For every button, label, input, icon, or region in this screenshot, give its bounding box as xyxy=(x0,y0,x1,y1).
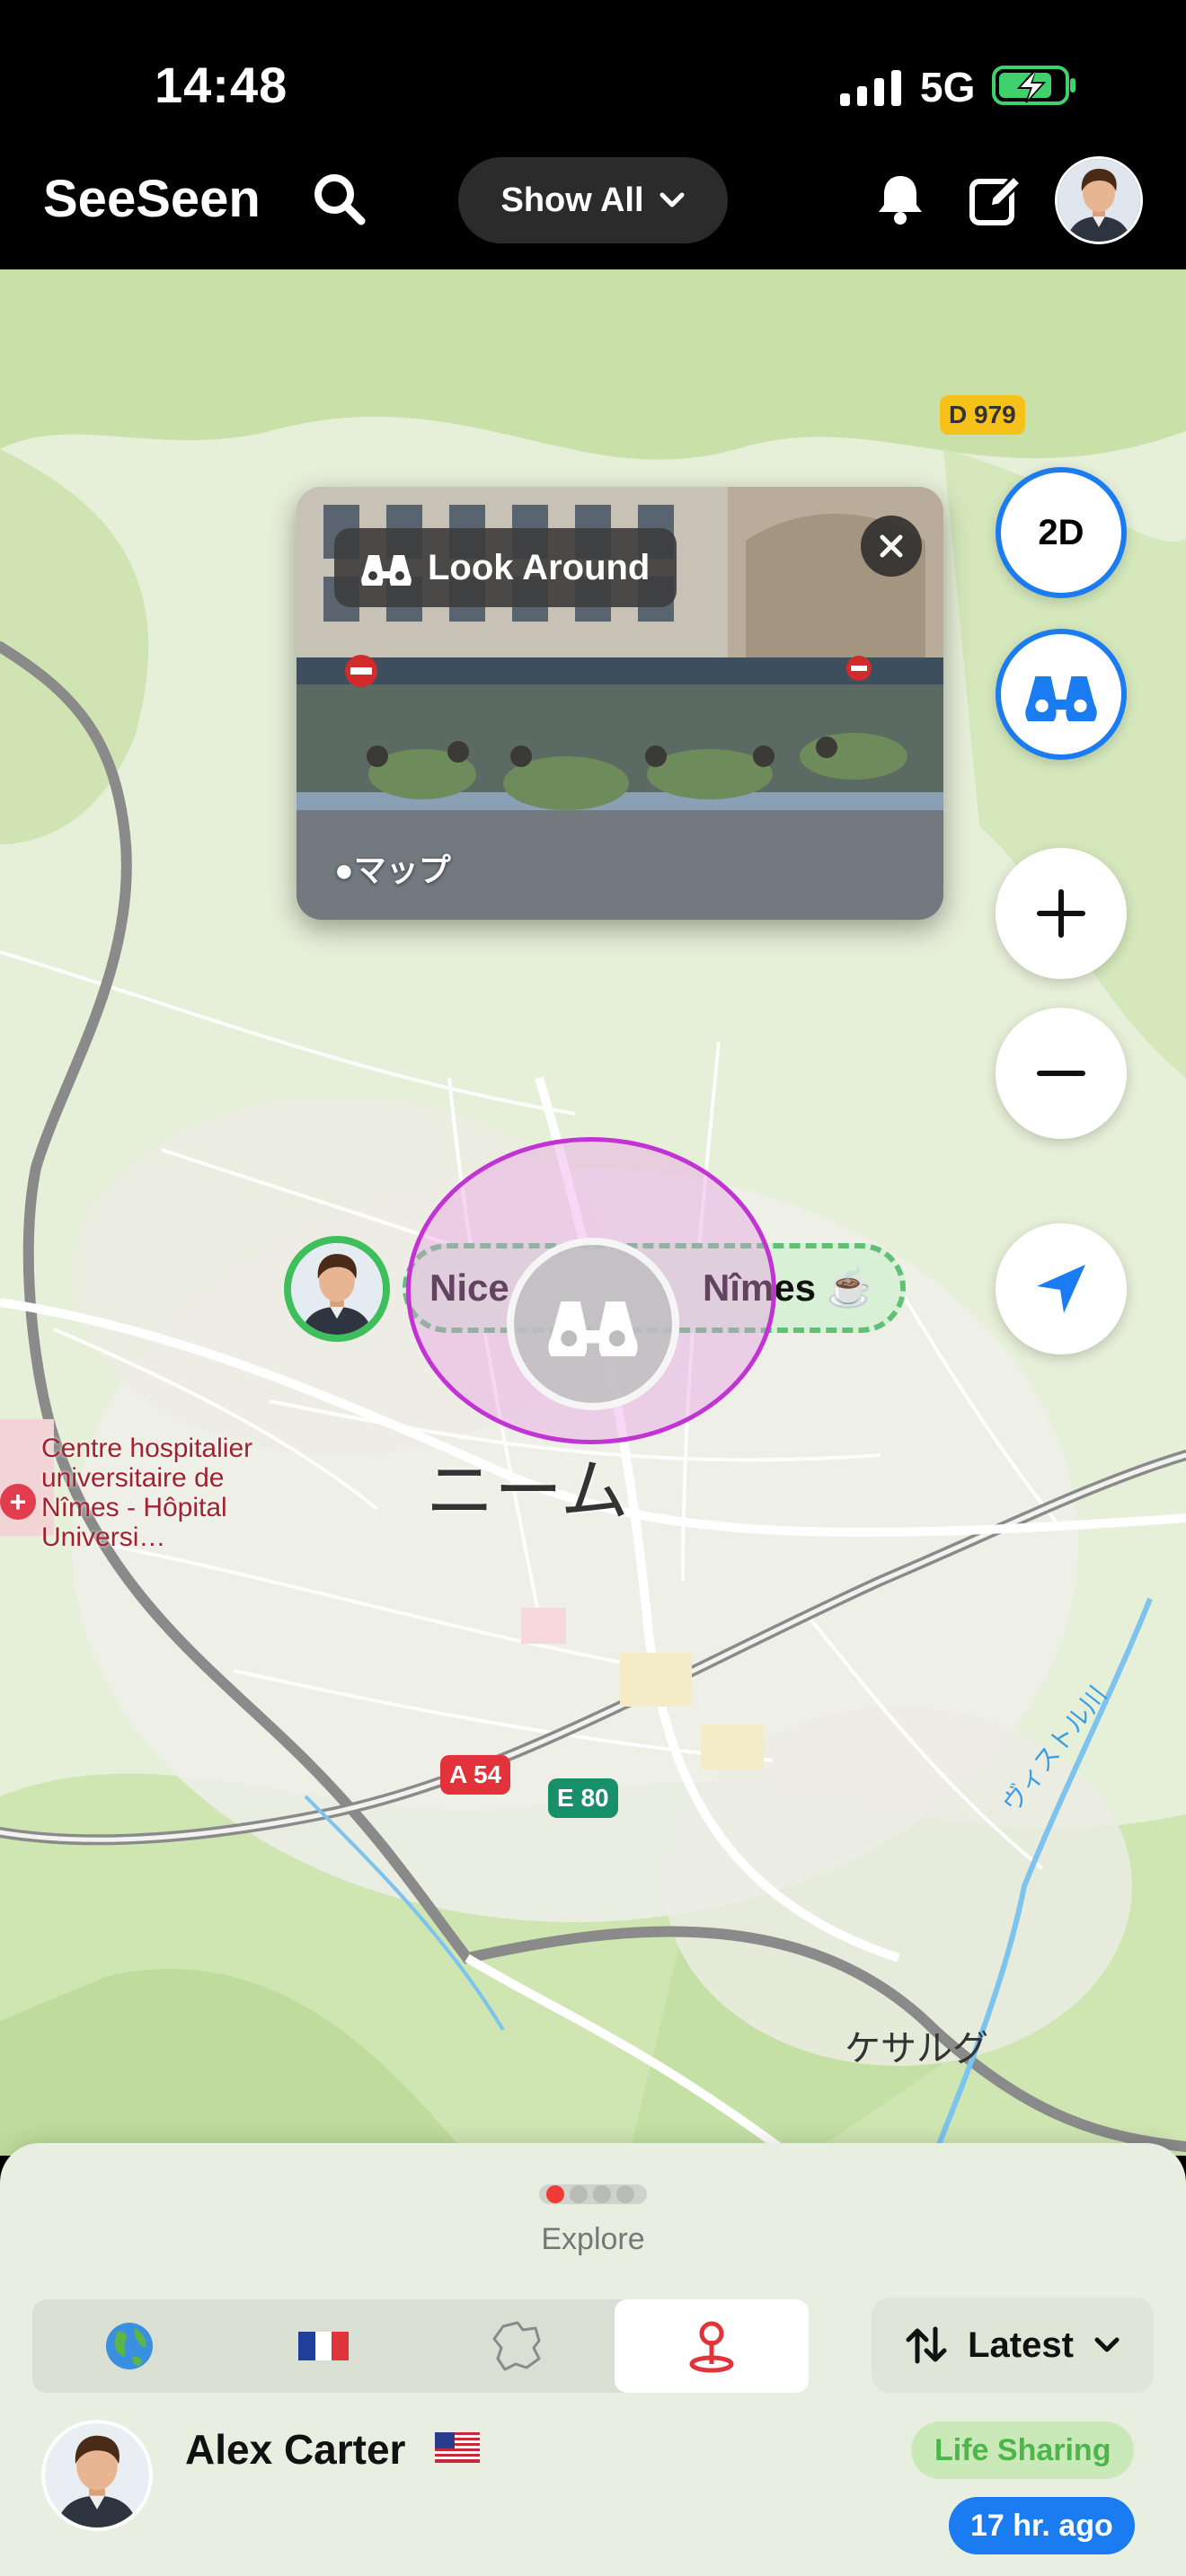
road-badge-e80: E 80 xyxy=(548,1778,618,1818)
tab-pin[interactable] xyxy=(615,2299,809,2393)
chevron-down-icon xyxy=(1094,2337,1120,2352)
look-around-marker[interactable] xyxy=(507,1238,679,1410)
view-mode-label: 2D xyxy=(1038,512,1084,552)
location-arrow-icon xyxy=(1037,1265,1085,1313)
sort-arrows-icon xyxy=(906,2326,947,2364)
page-dot xyxy=(593,2185,611,2203)
look-around-toggle-button[interactable] xyxy=(996,629,1127,760)
sheet-title: Explore xyxy=(541,2222,645,2256)
app-brand-title: SeeSeen xyxy=(43,170,261,228)
page-indicator xyxy=(539,2184,647,2204)
tab-region[interactable] xyxy=(420,2299,615,2393)
battery-charging-icon xyxy=(992,66,1075,105)
close-look-around-button[interactable] xyxy=(861,516,922,577)
apple-maps-attribution: ●マップ xyxy=(334,844,451,891)
scope-tab-bar xyxy=(32,2299,809,2393)
life-sharing-badge: Life Sharing xyxy=(911,2422,1135,2479)
road-badge-d979: D 979 xyxy=(940,395,1025,435)
current-location-button[interactable] xyxy=(996,1223,1127,1354)
binoculars-icon xyxy=(548,1301,638,1356)
user-avatar-image xyxy=(1058,159,1140,242)
chevron-down-icon xyxy=(659,192,685,207)
map-pin-icon xyxy=(689,2321,734,2373)
zoom-in-button[interactable] xyxy=(996,848,1127,979)
town-label: ケサルグ xyxy=(845,2029,988,2069)
sort-dropdown[interactable]: Latest xyxy=(872,2298,1154,2393)
post-time-badge: 17 hr. ago xyxy=(949,2497,1135,2554)
user-avatar-image xyxy=(45,2423,149,2527)
tab-france[interactable] xyxy=(226,2299,420,2393)
feed-user-avatar[interactable] xyxy=(41,2420,153,2531)
hospital-icon[interactable]: + xyxy=(0,1484,36,1520)
hospital-place-label[interactable]: Centre hospitalier universitaire de Nîme… xyxy=(41,1434,257,1552)
filter-label: Show All xyxy=(500,181,644,219)
binoculars-icon xyxy=(1025,676,1097,721)
city-label: ニーム xyxy=(426,1453,629,1530)
view-mode-2d-button[interactable]: 2D xyxy=(996,467,1127,598)
globe-icon xyxy=(106,2323,153,2369)
profile-avatar[interactable] xyxy=(1055,156,1143,244)
minus-icon xyxy=(1037,1071,1085,1076)
maps-provider-label: マップ xyxy=(353,851,451,888)
us-flag-icon xyxy=(435,2432,480,2463)
status-time: 14:48 xyxy=(155,57,288,113)
binoculars-icon xyxy=(361,555,412,586)
look-around-text: Look Around xyxy=(428,547,651,587)
page-dot xyxy=(570,2185,588,2203)
road-badge-a54: A 54 xyxy=(440,1755,511,1795)
marker-user-avatar[interactable] xyxy=(284,1236,390,1342)
close-icon xyxy=(880,534,903,558)
zoom-out-button[interactable] xyxy=(996,1008,1127,1139)
page-dot xyxy=(616,2185,634,2203)
look-around-label: Look Around xyxy=(334,528,677,607)
user-avatar-image xyxy=(291,1243,383,1335)
france-flag-icon xyxy=(298,2332,349,2360)
notifications-bell-icon[interactable] xyxy=(872,171,929,228)
show-all-filter-button[interactable]: Show All xyxy=(458,157,728,243)
region-outline-icon xyxy=(492,2321,541,2371)
tab-world[interactable] xyxy=(32,2299,226,2393)
plus-icon xyxy=(1037,889,1085,938)
page-dot-active xyxy=(546,2185,564,2203)
cellular-signal-icon xyxy=(840,70,901,106)
compose-edit-icon[interactable] xyxy=(967,171,1024,228)
search-icon[interactable] xyxy=(311,171,367,226)
sort-label: Latest xyxy=(968,2325,1074,2365)
apple-logo-icon: ● xyxy=(334,851,354,888)
network-type: 5G xyxy=(920,64,976,110)
feed-user-name[interactable]: Alex Carter xyxy=(185,2425,405,2474)
